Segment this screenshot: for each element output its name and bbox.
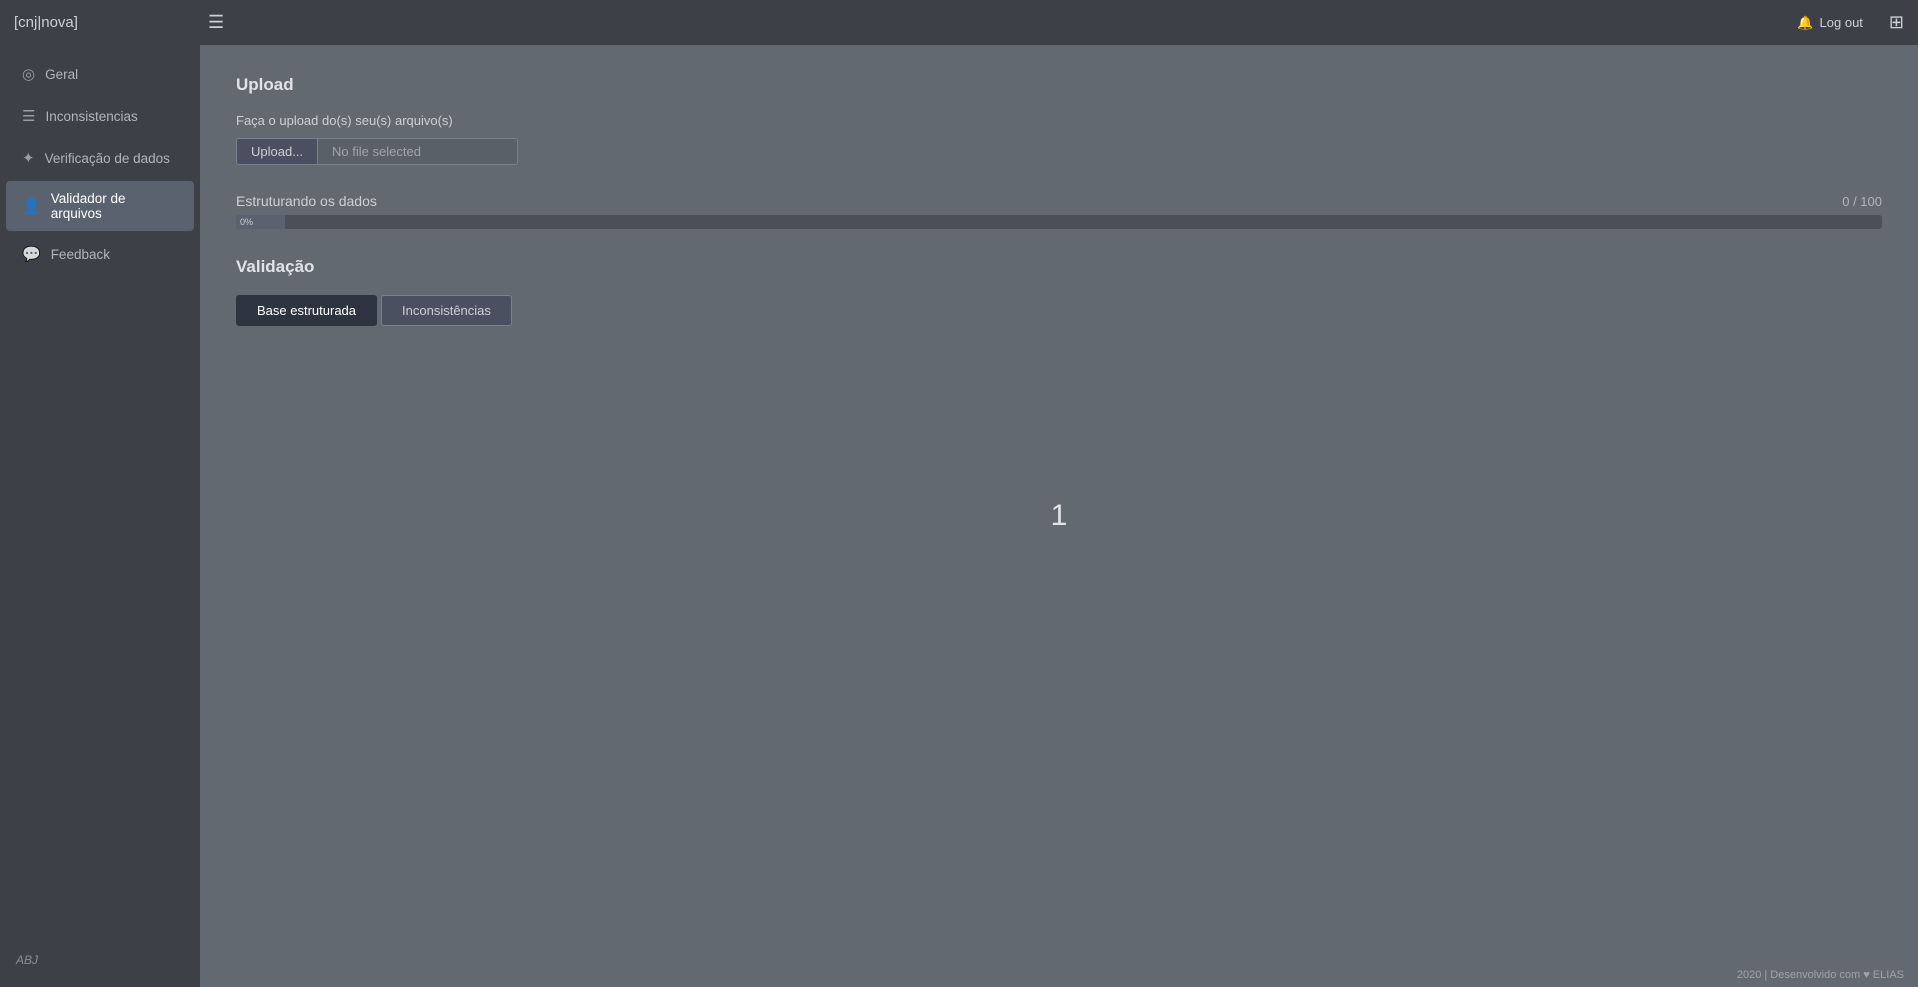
file-upload-row: Upload... No file selected (236, 138, 1882, 165)
validador-icon: 👤 (22, 197, 41, 215)
sidebar-item-feedback[interactable]: 💬 Feedback (6, 235, 194, 273)
topbar-right: 🔔 Log out ⊞ (1789, 11, 1904, 35)
app-logo: [cnj|nova] (14, 14, 78, 31)
validacao-title: Validação (236, 257, 1882, 277)
sidebar-item-validador[interactable]: 👤 Validador de arquivos (6, 181, 194, 231)
geral-icon: ◎ (22, 65, 35, 83)
sidebar-item-inconsistencias[interactable]: ☰ Inconsistencias (6, 97, 194, 135)
sidebar-item-label: Verificação de dados (45, 151, 170, 166)
footer: 2020 | Desenvolvido com ♥ ELIAS (1723, 963, 1918, 987)
page-number: 1 (1051, 499, 1068, 533)
grid-icon[interactable]: ⊞ (1889, 12, 1904, 33)
main-content: Upload Faça o upload do(s) seu(s) arquiv… (200, 45, 1918, 987)
inconsistencias-icon: ☰ (22, 107, 35, 125)
tab-inconsistencias[interactable]: Inconsistências (381, 295, 512, 326)
sidebar-bottom: ABJ (0, 951, 200, 969)
progress-section: Estruturando os dados 0 / 100 0% (236, 193, 1882, 229)
upload-button[interactable]: Upload... (236, 138, 318, 165)
file-name-display: No file selected (318, 138, 518, 165)
progress-title: Estruturando os dados (236, 193, 377, 209)
tab-row: Base estruturada Inconsistências (236, 295, 1882, 326)
feedback-icon: 💬 (22, 245, 41, 263)
sidebar-item-geral[interactable]: ◎ Geral (6, 55, 194, 93)
layout: ◎ Geral ☰ Inconsistencias ✦ Verificação … (0, 45, 1918, 987)
upload-label: Faça o upload do(s) seu(s) arquivo(s) (236, 113, 1882, 128)
tab-base-estruturada[interactable]: Base estruturada (236, 295, 377, 326)
sidebar-item-verificacao[interactable]: ✦ Verificação de dados (6, 139, 194, 177)
footer-text: 2020 | Desenvolvido com ♥ ELIAS (1737, 969, 1904, 981)
sidebar-item-label: Inconsistencias (45, 109, 137, 124)
abj-label: ABJ (16, 953, 38, 967)
hamburger-menu[interactable]: ☰ (208, 12, 224, 33)
logout-button[interactable]: 🔔 Log out (1789, 11, 1871, 35)
validacao-section: Validação Base estruturada Inconsistênci… (236, 257, 1882, 326)
sidebar-item-label: Geral (45, 67, 78, 82)
progress-pct: 0% (240, 217, 253, 227)
topbar: [cnj|nova] 🔔 Log out ⊞ (0, 0, 1918, 45)
progress-bar-container: 0% (236, 215, 1882, 229)
progress-bar-fill: 0% (236, 215, 285, 229)
sidebar-item-label: Validador de arquivos (51, 191, 178, 221)
sidebar: ◎ Geral ☰ Inconsistencias ✦ Verificação … (0, 45, 200, 987)
logout-icon: 🔔 (1797, 15, 1813, 31)
upload-section: Upload Faça o upload do(s) seu(s) arquiv… (236, 75, 1882, 165)
progress-header: Estruturando os dados 0 / 100 (236, 193, 1882, 209)
upload-title: Upload (236, 75, 1882, 95)
progress-count: 0 / 100 (1842, 194, 1882, 209)
sidebar-item-label: Feedback (51, 247, 110, 262)
verificacao-icon: ✦ (22, 149, 35, 167)
